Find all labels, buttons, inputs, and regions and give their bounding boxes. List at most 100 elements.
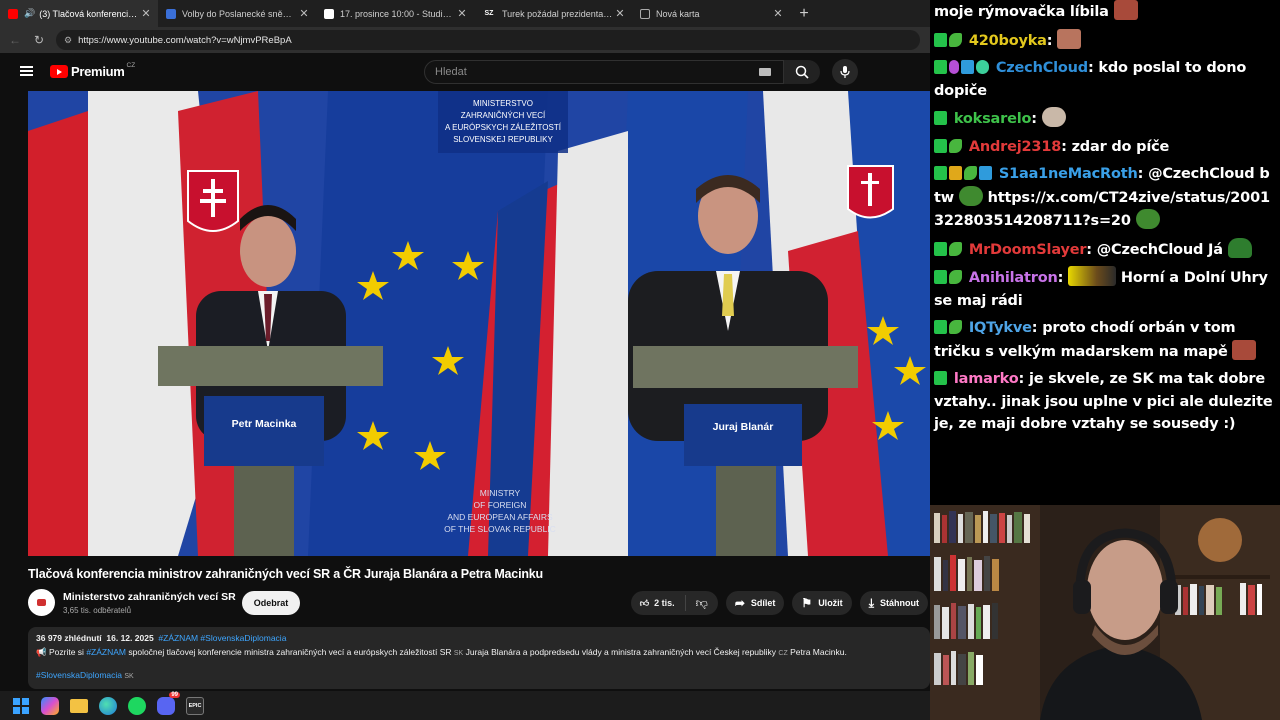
desc-body2: Juraja Blanára a podpredsedu vlády a min… xyxy=(465,647,777,657)
flag-sk: SK xyxy=(453,650,464,657)
leaf-badge-icon xyxy=(964,166,977,180)
close-tab-icon[interactable]: ✕ xyxy=(614,7,626,20)
desc-end: Petra Macinku. xyxy=(790,647,847,657)
username[interactable]: Andrej2318 xyxy=(969,139,1061,155)
view-count: 36 979 zhlédnutí xyxy=(36,633,102,643)
download-button[interactable]: ⤓ Stáhnout xyxy=(859,591,928,615)
gear-badge-icon xyxy=(976,60,989,74)
emote-icon xyxy=(1113,0,1138,20)
chat-message: lamarko: je skvele, ze SK ma tak dobre v… xyxy=(934,371,1273,432)
kick-badge-icon xyxy=(934,111,947,125)
tab-ct24[interactable]: 17. prosince 10:00 - Studio ČT24 | ✕ xyxy=(316,0,474,27)
emote-icon xyxy=(1227,237,1252,258)
close-tab-icon[interactable]: ✕ xyxy=(456,7,468,20)
edge-icon[interactable] xyxy=(99,696,117,715)
video-title: Tlačová konferencia ministrov zahraničný… xyxy=(28,567,543,581)
reload-icon[interactable]: ↻ xyxy=(32,33,46,47)
chat-message: 420boyka: xyxy=(934,28,1276,53)
chat-message: CzechCloud: kdo poslal to dono dopiče xyxy=(934,60,1247,99)
description-box[interactable]: 36 979 zhlédnutí 16. 12. 2025 #ZÁZNAM #S… xyxy=(28,627,930,689)
close-tab-icon[interactable]: ✕ xyxy=(140,7,152,20)
desc-hashtag[interactable]: #ZÁZNAM xyxy=(86,647,126,657)
tab-sz[interactable]: SZ Turek požádal prezidenta o schůzk ✕ xyxy=(474,0,632,27)
username[interactable]: lamarko xyxy=(954,371,1019,387)
loudspeaker-icon: 📢 xyxy=(36,647,47,657)
ministry-bottom-line4: OF THE SLOVAK REPUBLIC xyxy=(444,524,556,534)
save-button[interactable]: ⚑ Uložit xyxy=(792,591,852,615)
menu-icon[interactable] xyxy=(20,66,33,76)
url-field[interactable]: ⚙ https://www.youtube.com/watch?v=wNjmvP… xyxy=(56,30,920,50)
tab-youtube[interactable]: 🔊 (3) Tlačová konferencia ministr ✕ xyxy=(0,0,158,27)
upload-date: 16. 12. 2025 xyxy=(106,633,154,643)
like-dislike-group: 👍︎ 2 tis. 👎︎ xyxy=(630,591,718,615)
microphone-icon xyxy=(840,66,850,78)
voice-search-button[interactable] xyxy=(832,59,858,85)
back-icon[interactable]: ← xyxy=(8,33,22,47)
brand-label: Premium xyxy=(71,64,125,79)
leaf-badge-icon xyxy=(949,241,962,256)
tab-title: 17. prosince 10:00 - Studio ČT24 | xyxy=(340,8,456,19)
tab-new[interactable]: Nová karta ✕ xyxy=(632,0,790,27)
kick-badge-icon xyxy=(934,166,947,180)
share-button[interactable]: ➦ Sdílet xyxy=(725,591,785,615)
chat-message: koksarelo: xyxy=(934,107,1276,131)
ct24-icon xyxy=(324,8,334,19)
ministry-bottom-line2: OF FOREIGN xyxy=(474,500,527,510)
windows-start-icon[interactable] xyxy=(12,697,30,715)
close-tab-icon[interactable]: ✕ xyxy=(298,7,310,20)
username[interactable]: MrDoomSlayer xyxy=(969,242,1087,258)
hashtags[interactable]: #ZÁZNAM #SlovenskaDiplomacia xyxy=(158,633,286,643)
copilot-icon[interactable] xyxy=(41,696,59,715)
username[interactable]: 420boyka xyxy=(969,33,1047,49)
close-tab-icon[interactable]: ✕ xyxy=(772,7,784,20)
username[interactable]: S1aa1neMacRoth xyxy=(999,166,1138,182)
leaf-badge-icon xyxy=(949,32,962,47)
message-link[interactable]: https://x.com/CT24zive/status/2001322803… xyxy=(934,190,1270,230)
subscriber-count: 3,65 tis. odběratelů xyxy=(63,606,132,615)
chat-message: Andrej2318: zdar do píče xyxy=(934,136,1276,159)
epic-games-icon[interactable]: EPIC xyxy=(186,696,204,715)
desc-prefix: Pozrite si xyxy=(48,647,84,657)
address-bar: ← ↻ ⚙ https://www.youtube.com/watch?v=wN… xyxy=(0,27,930,53)
tab-volby[interactable]: Volby do Poslanecké sněmovny 20 ✕ xyxy=(158,0,316,27)
subscribe-button[interactable]: Odebrat xyxy=(242,591,300,615)
dislike-button[interactable]: 👎︎ xyxy=(686,596,718,611)
keyboard-icon[interactable] xyxy=(759,68,771,76)
youtube-header: Premium CZ Hledat xyxy=(0,53,930,91)
audio-icon[interactable]: 🔊 xyxy=(24,8,35,19)
site-info-icon[interactable]: ⚙ xyxy=(64,35,72,46)
bottom-hashtag[interactable]: #SlovenskaDiplomacia xyxy=(36,670,122,680)
video-player[interactable]: MINISTERSTVO ZAHRANIČNÝCH VECÍ A EURÓPSK… xyxy=(28,91,930,556)
youtube-play-icon xyxy=(50,65,68,78)
file-explorer-icon[interactable] xyxy=(70,698,88,713)
search-icon xyxy=(795,65,809,79)
new-tab-button[interactable]: + xyxy=(790,0,818,27)
tab-title: Turek požádal prezidenta o schůzk xyxy=(502,8,614,19)
spotify-icon[interactable] xyxy=(128,696,146,715)
like-button[interactable]: 👍︎ 2 tis. xyxy=(631,595,686,611)
username[interactable]: koksarelo xyxy=(954,111,1032,127)
leaf-badge-icon xyxy=(949,320,962,334)
tab-title: (3) Tlačová konferencia ministr xyxy=(39,8,140,19)
username[interactable]: Anihilatron xyxy=(969,270,1058,286)
chat-message: Anihilatron: Horní a Dolní Uhry se maj r… xyxy=(934,266,1276,312)
youtube-logo[interactable]: Premium CZ xyxy=(50,62,135,79)
channel-avatar[interactable] xyxy=(28,589,55,616)
thumbs-down-icon: 👎︎ xyxy=(695,595,708,610)
cube-badge-icon xyxy=(979,166,992,180)
search-button[interactable] xyxy=(784,60,820,84)
mic-badge-icon xyxy=(949,60,959,74)
username[interactable]: IQTykve xyxy=(969,320,1032,336)
kick-badge-icon xyxy=(934,32,947,47)
channel-name[interactable]: Ministerstvo zahraničných vecí SR xyxy=(63,591,236,603)
ministry-bottom-line1: MINISTRY xyxy=(480,488,521,498)
search-input[interactable]: Hledat xyxy=(424,60,784,84)
emote-icon xyxy=(958,185,983,206)
discord-icon[interactable]: 99 xyxy=(157,691,180,715)
username[interactable]: CzechCloud xyxy=(996,60,1088,76)
emote-icon xyxy=(1232,339,1257,360)
emote-icon xyxy=(1057,28,1082,49)
search-placeholder: Hledat xyxy=(435,66,467,78)
browser-tab-bar: 🔊 (3) Tlačová konferencia ministr ✕ Volb… xyxy=(0,0,930,27)
video-actions: 👍︎ 2 tis. 👎︎ ➦ Sdílet ⚑ Uložit ⤓ Stáhnou… xyxy=(630,591,928,615)
